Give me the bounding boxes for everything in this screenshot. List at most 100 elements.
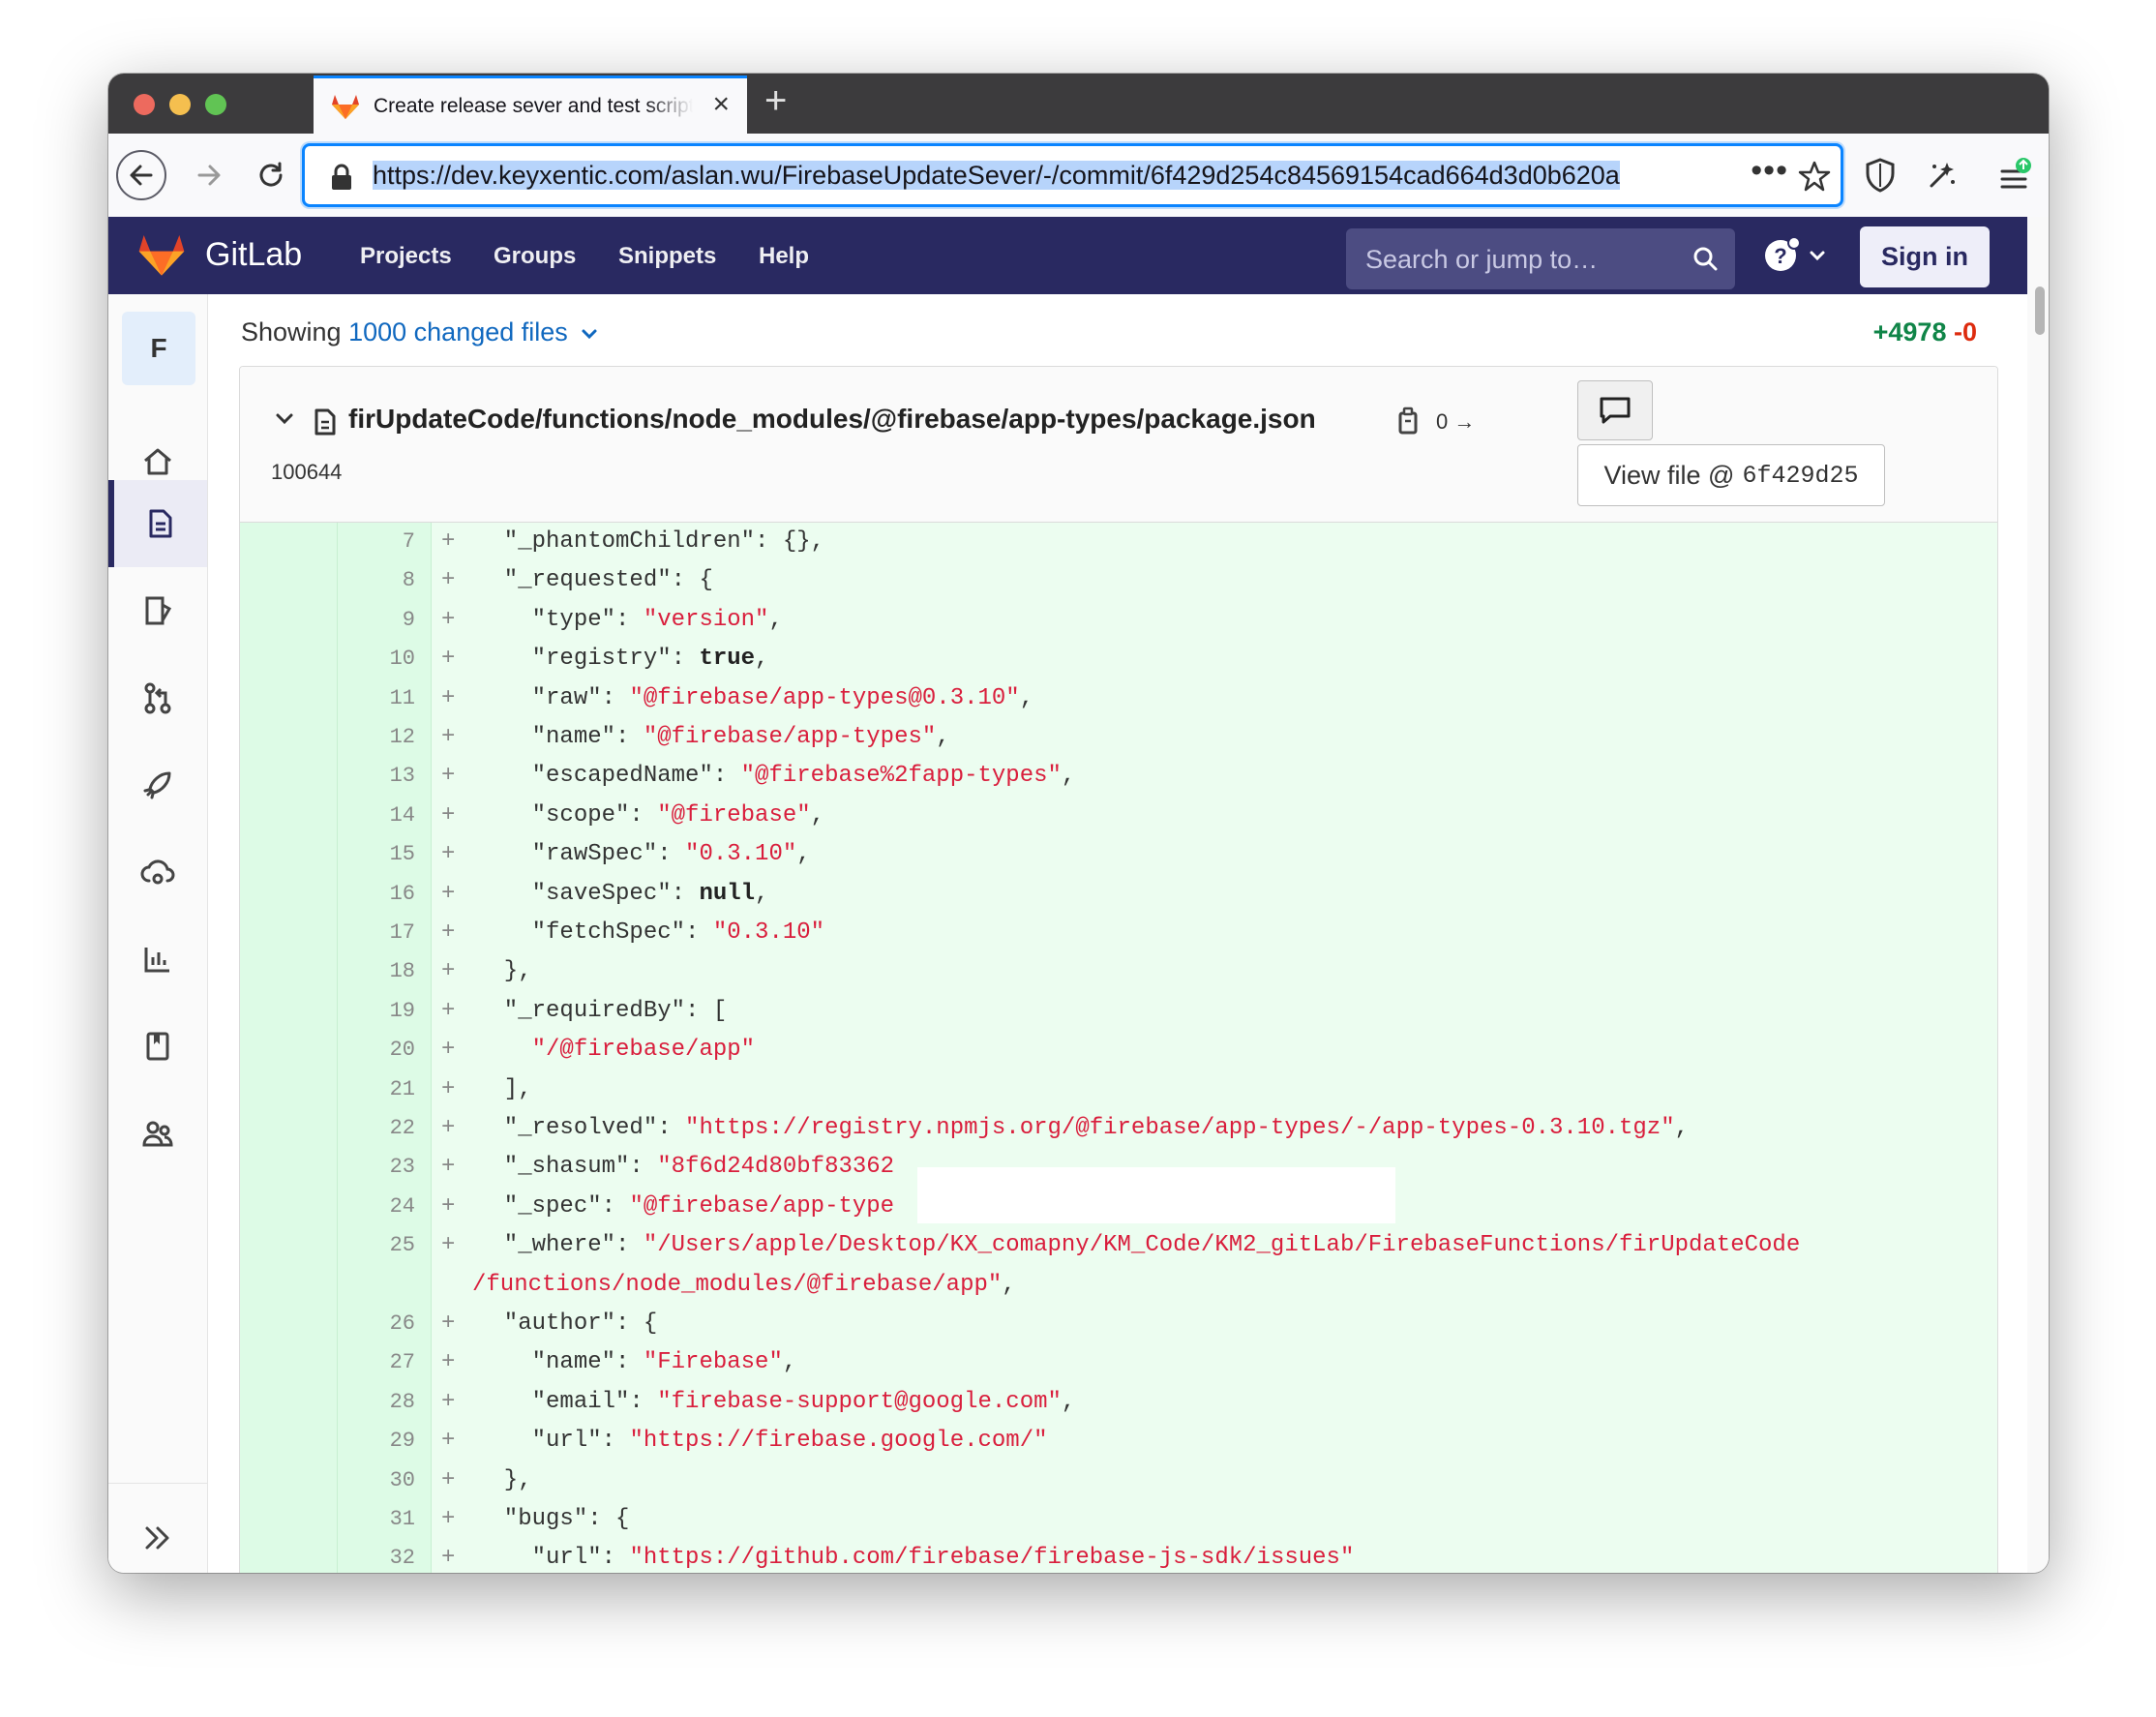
nav-snippets[interactable]: Snippets	[618, 243, 716, 270]
line-number[interactable]: 24	[338, 1188, 415, 1226]
line-number[interactable]: 9	[338, 601, 415, 640]
chevron-down-icon[interactable]	[581, 327, 598, 341]
sidebar-divider	[108, 1483, 207, 1484]
line-number[interactable]: 28	[338, 1383, 415, 1422]
merge-request-icon	[144, 682, 171, 714]
line-number[interactable]: 21	[338, 1070, 415, 1109]
search-input[interactable]	[1363, 242, 1677, 277]
changed-files-summary: Showing 1000 changed files	[241, 317, 598, 347]
line-number[interactable]: 10	[338, 640, 415, 678]
diff-line: 9 + "type": "version",	[240, 601, 1997, 640]
file-path[interactable]: firUpdateCode/functions/node_modules/@fi…	[348, 404, 1316, 435]
gitlab-favicon-icon	[332, 95, 359, 119]
code-content: "_resolved": "https://registry.npmjs.org…	[476, 1115, 1690, 1141]
line-number[interactable]: 15	[338, 835, 415, 874]
sidebar-item-analytics[interactable]	[108, 916, 207, 1003]
added-marker: +	[441, 763, 456, 790]
line-number[interactable]: 23	[338, 1148, 415, 1187]
sidebar-expand-button[interactable]	[108, 1494, 207, 1573]
file-change-count: 0 →	[1436, 409, 1476, 434]
search-box[interactable]	[1346, 228, 1735, 289]
browser-window: Create release sever and test script × +…	[108, 74, 2049, 1573]
line-number[interactable]: 12	[338, 718, 415, 757]
window-minimize-button[interactable]	[169, 94, 191, 115]
line-number[interactable]: 20	[338, 1031, 415, 1069]
line-number[interactable]: 16	[338, 875, 415, 914]
line-number[interactable]: 13	[338, 757, 415, 796]
added-marker: +	[441, 919, 456, 946]
line-number[interactable]: 31	[338, 1500, 415, 1539]
code-content: "_phantomChildren": {},	[476, 528, 825, 555]
copy-icon[interactable]	[1396, 406, 1422, 437]
reload-button[interactable]	[248, 152, 294, 198]
shield-icon[interactable]	[1858, 153, 1902, 197]
code-content: "name": "Firebase",	[476, 1349, 797, 1376]
line-number[interactable]: 29	[338, 1422, 415, 1461]
sidebar-item-wiki[interactable]	[108, 1003, 207, 1090]
added-marker: +	[441, 684, 456, 711]
url-bar[interactable]: https://dev.keyxentic.com/aslan.wu/Fireb…	[302, 143, 1843, 207]
line-number[interactable]: 11	[338, 679, 415, 718]
window-maximize-button[interactable]	[205, 94, 226, 115]
sidebar-item-issues[interactable]	[108, 567, 207, 654]
back-button[interactable]	[116, 150, 166, 200]
added-marker: +	[441, 1506, 456, 1532]
line-number[interactable]: 27	[338, 1343, 415, 1382]
diff-line-wrap: /functions/node_modules/@firebase/app",	[240, 1266, 1997, 1305]
diff-line: 8 + "_requested": {	[240, 561, 1997, 600]
diff-line: 19 + "_requiredBy": [	[240, 992, 1997, 1031]
project-avatar[interactable]: F	[122, 312, 195, 385]
bookmark-star-icon[interactable]	[1798, 160, 1831, 193]
sidebar-item-members[interactable]	[108, 1090, 207, 1177]
sidebar-item-merge-requests[interactable]	[108, 654, 207, 741]
line-number[interactable]: 22	[338, 1109, 415, 1148]
lock-icon	[332, 164, 351, 190]
diff-line: 28 + "email": "firebase-support@google.co…	[240, 1383, 1997, 1422]
line-number[interactable]: 7	[338, 523, 415, 561]
extension-icon[interactable]	[1920, 153, 1964, 197]
book-icon	[146, 1032, 169, 1061]
added-marker: +	[441, 880, 456, 907]
gitlab-logo-icon[interactable]	[137, 232, 186, 277]
line-number[interactable]: 17	[338, 914, 415, 952]
view-file-button[interactable]: View file @6f429d25	[1577, 444, 1885, 506]
menu-icon[interactable]	[1993, 153, 2038, 197]
nav-projects[interactable]: Projects	[360, 243, 452, 270]
line-number[interactable]: 8	[338, 561, 415, 600]
nav-help[interactable]: Help	[759, 243, 809, 270]
tab-close-icon[interactable]: ×	[712, 90, 730, 119]
sidebar-item-repository[interactable]	[108, 480, 207, 567]
changed-files-dropdown[interactable]: 1000 changed files	[348, 317, 568, 346]
code-content: "url": "https://github.com/firebase/fire…	[476, 1545, 1355, 1572]
diff-line: 17 + "fetchSpec": "0.3.10"	[240, 914, 1997, 952]
line-number[interactable]: 18	[338, 952, 415, 991]
toggle-comments-button[interactable]	[1577, 380, 1653, 440]
line-number[interactable]: 25	[338, 1226, 415, 1265]
window-close-button[interactable]	[134, 94, 155, 115]
line-number[interactable]: 14	[338, 797, 415, 835]
scrollbar-thumb[interactable]	[2035, 286, 2045, 335]
additions-count: +4978	[1872, 317, 1947, 346]
sidebar-item-operations[interactable]	[108, 828, 207, 916]
sign-in-button[interactable]: Sign in	[1860, 226, 1990, 287]
diff-line: 18 + },	[240, 952, 1997, 991]
line-number[interactable]: 19	[338, 992, 415, 1031]
forward-button[interactable]	[186, 152, 232, 198]
added-marker: +	[441, 1349, 456, 1376]
arrow-right-icon	[197, 165, 221, 186]
gitlab-brand[interactable]: GitLab	[205, 236, 302, 274]
collapse-chevron-icon[interactable]	[275, 411, 294, 427]
sidebar-item-ci-cd[interactable]	[108, 741, 207, 828]
added-marker: +	[441, 1154, 456, 1181]
url-text[interactable]: https://dev.keyxentic.com/aslan.wu/Fireb…	[373, 161, 1713, 192]
line-number[interactable]: 32	[338, 1539, 415, 1573]
code-content: "fetchSpec": "0.3.10"	[476, 919, 825, 946]
help-dropdown-icon[interactable]: ?	[1763, 236, 1833, 275]
line-number[interactable]: 26	[338, 1305, 415, 1343]
page-actions-icon[interactable]: •••	[1751, 152, 1788, 190]
nav-groups[interactable]: Groups	[494, 243, 576, 270]
browser-tab[interactable]: Create release sever and test script ×	[314, 75, 747, 134]
new-tab-button[interactable]: +	[764, 81, 787, 120]
line-number[interactable]: 30	[338, 1461, 415, 1500]
page-scrollbar[interactable]	[2027, 217, 2049, 1573]
